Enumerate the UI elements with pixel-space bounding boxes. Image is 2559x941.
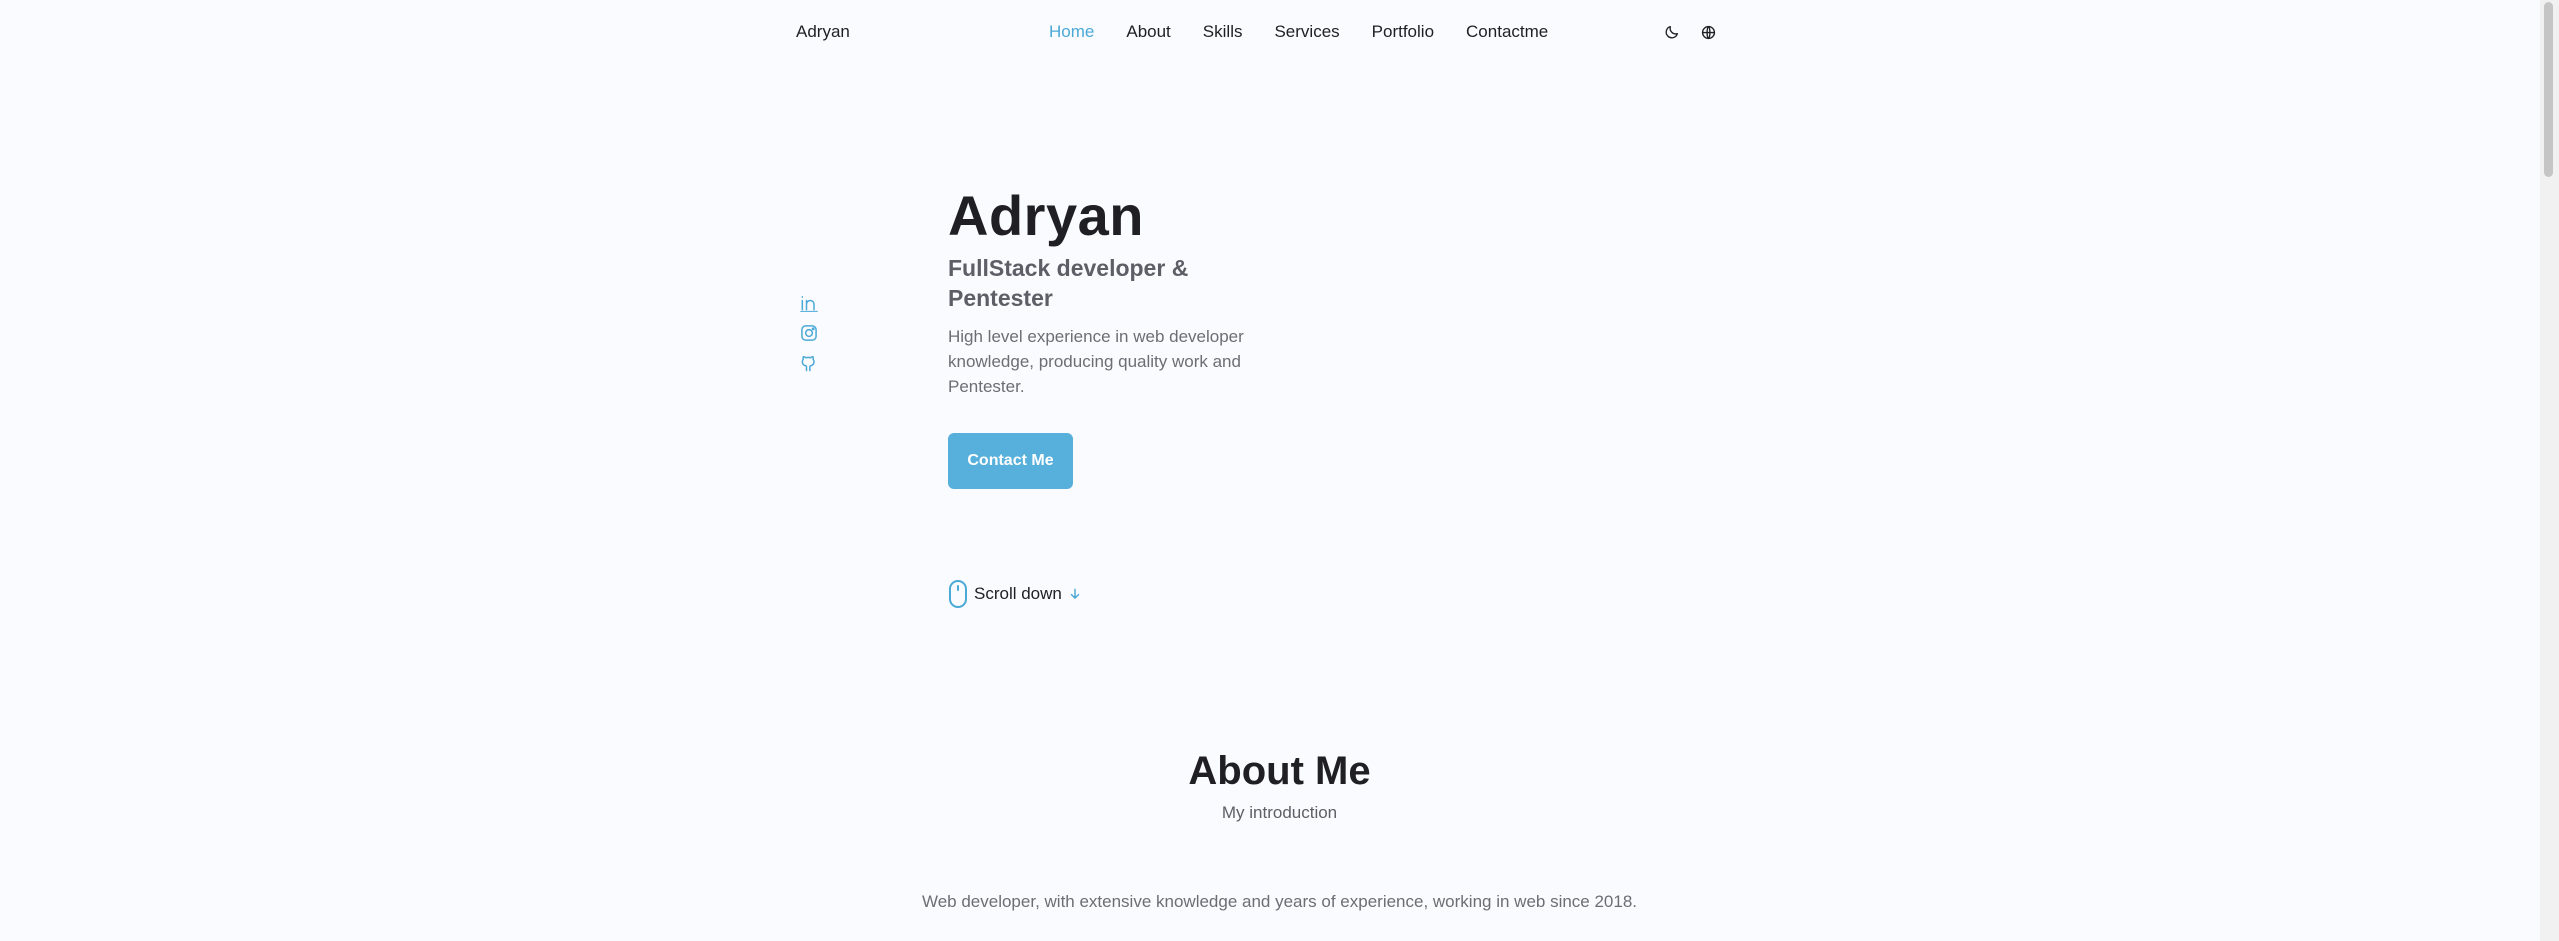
instagram-icon[interactable]	[799, 323, 819, 343]
scrollbar-thumb[interactable]	[2544, 2, 2553, 177]
header: Adryan Home About Skills Services Portfo…	[0, 0, 2540, 66]
mouse-icon	[949, 580, 967, 608]
hero-subtitle: FullStack developer & Pentester	[948, 255, 1189, 311]
globe-icon[interactable]	[1698, 22, 1718, 42]
about-subtitle: My introduction	[1221, 803, 1338, 822]
nav-contactme[interactable]: Contactme	[1466, 22, 1548, 42]
page-scrollbar[interactable]	[2540, 0, 2559, 941]
main-nav: Home About Skills Services Portfolio Con…	[1049, 22, 1580, 42]
scroll-down-link[interactable]: Scroll down	[948, 579, 1082, 609]
moon-icon[interactable]	[1662, 22, 1682, 42]
about-text: Web developer, with extensive knowledge …	[921, 892, 1638, 911]
hero-description: High level experience in web developer k…	[948, 327, 1244, 396]
header-actions	[1662, 22, 1718, 42]
about-title: About Me	[1188, 749, 1371, 793]
social-links	[799, 293, 819, 373]
scroll-down-label: Scroll down	[974, 584, 1062, 603]
nav-services[interactable]: Services	[1274, 22, 1339, 42]
linkedin-icon[interactable]	[799, 293, 819, 313]
nav-portfolio[interactable]: Portfolio	[1372, 22, 1434, 42]
contact-me-button[interactable]: Contact Me	[948, 433, 1073, 489]
nav-about[interactable]: About	[1126, 22, 1170, 42]
hero-title: Adryan	[948, 184, 1144, 247]
logo-link[interactable]: Adryan	[796, 22, 850, 42]
nav-skills[interactable]: Skills	[1203, 22, 1243, 42]
github-icon[interactable]	[799, 353, 819, 373]
nav-home[interactable]: Home	[1049, 22, 1094, 42]
arrow-down-icon	[1070, 588, 1080, 599]
